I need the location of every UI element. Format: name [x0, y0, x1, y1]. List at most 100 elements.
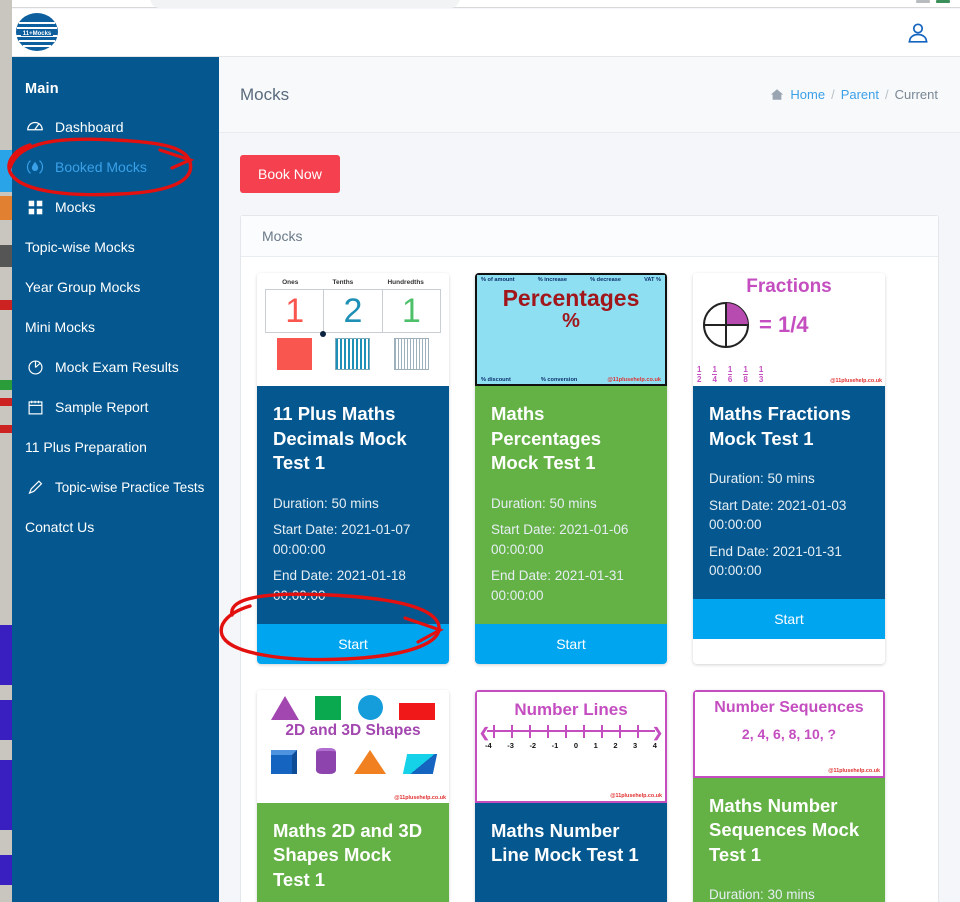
thumb-title: Percentages — [502, 285, 640, 311]
svg-text:11+Mocks: 11+Mocks — [23, 31, 52, 37]
sidebar-item-year-group-mocks[interactable]: Year Group Mocks — [12, 267, 219, 307]
tenths-block-icon — [335, 338, 371, 370]
thumb-col-label: Ones — [282, 279, 299, 286]
thumb-title: Number Lines — [514, 699, 628, 719]
app-viewport: 11+Mocks Main Dashboard Booked Mocks Moc… — [0, 0, 960, 902]
sidebar-item-label: Mini Mocks — [25, 319, 96, 335]
decimals-place-value-thumb: Ones Tenths Hundredths 1 2 1 — [257, 273, 449, 386]
triangle-icon — [271, 695, 300, 720]
calendar-icon — [25, 397, 45, 417]
thumb-digit: 1 — [401, 291, 421, 330]
mock-card[interactable]: Ones Tenths Hundredths 1 2 1 11 Plus Mat… — [257, 273, 449, 664]
pyramid-icon — [354, 749, 387, 774]
sidebar-item-label: Sample Report — [55, 399, 149, 415]
thumb-label: % conversion — [540, 377, 578, 383]
tick-label: 1 — [593, 740, 598, 750]
logo-globe-icon: 11+Mocks — [16, 13, 58, 51]
mocks-panel: Mocks Ones Tenths Hundredths 1 2 1 11 Pl… — [240, 215, 939, 902]
mock-card[interactable]: Number Sequences 2, 4, 6, 8, 10, ? @11pl… — [693, 689, 885, 902]
card-body: Maths Number Line Mock Test 1 — [475, 802, 667, 902]
sidebar-item-mocks[interactable]: Mocks — [12, 187, 219, 227]
sidebar-item-booked-mocks[interactable]: Booked Mocks — [0, 147, 219, 187]
thumb-label: % increase — [537, 277, 567, 283]
user-account-icon[interactable] — [906, 21, 930, 45]
sidebar-item-topic-wise-practice-tests[interactable]: Topic-wise Practice Tests — [12, 467, 219, 507]
card-start-date: Start Date: 2021-01-06 00:00:00 — [491, 522, 629, 557]
thumb-title: Fractions — [746, 276, 832, 297]
thumb-watermark: @11plusehelp.co.uk — [610, 792, 662, 799]
mock-card[interactable]: 2D and 3D Shapes @11plusehelp.co.uk Math… — [257, 689, 449, 902]
number-sequences-thumb: Number Sequences 2, 4, 6, 8, 10, ? @11pl… — [693, 689, 885, 778]
panel-title: Mocks — [262, 228, 303, 244]
sidebar-item-label: Mock Exam Results — [55, 359, 179, 375]
panel-header: Mocks — [241, 216, 938, 257]
panel-body: Ones Tenths Hundredths 1 2 1 11 Plus Mat… — [241, 257, 938, 902]
card-start-date: Start Date: 2021-01-03 00:00:00 — [709, 497, 847, 533]
hundredths-block-icon — [394, 338, 430, 370]
thumb-percent-symbol: % — [562, 310, 580, 332]
thumb-label: % discount — [481, 377, 511, 383]
rectangle-icon — [398, 702, 435, 720]
card-duration: Duration: 30 mins — [709, 887, 815, 902]
start-button[interactable]: Start — [693, 599, 885, 639]
sidebar-item-label: Mocks — [55, 199, 96, 215]
card-end-date: End Date: 2021-01-31 00:00:00 — [709, 543, 842, 579]
breadcrumb-separator: / — [831, 87, 835, 102]
thumb-digit: 2 — [324, 290, 383, 332]
mock-card[interactable]: Fractions = 1/4 1 2 1 4 1 6 1 8 1 3 @11p… — [693, 273, 885, 664]
chrome-bit-icon — [916, 0, 930, 3]
card-duration: Duration: 50 mins — [709, 471, 815, 487]
sidebar-item-mini-mocks[interactable]: Mini Mocks — [12, 307, 219, 347]
sidebar-item-label: Dashboard — [55, 119, 124, 135]
number-lines-thumb: Number Lines ❮ ❯ -4 -3 -2 -1 0 1 2 3 4 @… — [475, 689, 667, 803]
card-title: Maths Number Sequences Mock Test 1 — [709, 794, 860, 865]
mock-card[interactable]: % of amount % increase % decrease VAT % … — [475, 273, 667, 664]
browser-toolbar-icons — [916, 0, 950, 3]
pencil-icon — [25, 477, 45, 497]
sidebar-item-topic-wise-mocks[interactable]: Topic-wise Mocks — [12, 227, 219, 267]
browser-tab[interactable] — [150, 0, 460, 8]
sidebar-item-mock-exam-results[interactable]: Mock Exam Results — [12, 347, 219, 387]
start-button[interactable]: Start — [475, 623, 667, 664]
card-start-date: Start Date: 2021-01-07 00:00:00 — [273, 522, 411, 557]
mock-card-grid: Ones Tenths Hundredths 1 2 1 11 Plus Mat… — [257, 273, 922, 902]
tick-label: 0 — [573, 740, 579, 750]
breadcrumb-parent-link[interactable]: Parent — [841, 87, 879, 102]
sidebar-item-label: 11 Plus Preparation — [25, 439, 147, 455]
thumb-label: % decrease — [590, 277, 621, 283]
thumb-equation: = 1/4 — [759, 312, 809, 337]
thumb-col-label: Hundredths — [387, 279, 424, 286]
card-body: Maths Number Sequences Mock Test 1 Durat… — [693, 777, 885, 902]
grid-icon — [25, 197, 45, 217]
app-header: 11+Mocks — [0, 9, 960, 57]
main-content: Mocks Home / Parent / Current Book Now M… — [219, 57, 960, 902]
thumb-digit: 1 — [266, 290, 325, 332]
ones-block-icon — [276, 338, 312, 370]
book-now-button[interactable]: Book Now — [240, 155, 340, 193]
mock-card[interactable]: Number Lines ❮ ❯ -4 -3 -2 -1 0 1 2 3 4 @… — [475, 689, 667, 902]
thumb-sequence: 2, 4, 6, 8, 10, ? — [741, 725, 837, 742]
tick-label: -2 — [529, 740, 537, 750]
card-duration: Duration: 50 mins — [491, 495, 597, 511]
prism-icon — [402, 753, 437, 774]
sidebar-item-label: Booked Mocks — [55, 159, 147, 175]
page-header: Mocks Home / Parent / Current — [219, 57, 960, 133]
percentages-thumb: % of amount % increase % decrease VAT % … — [475, 273, 667, 386]
card-body: Maths Fractions Mock Test 1 Duration: 50… — [693, 386, 885, 599]
left-overflow-strip — [0, 0, 12, 902]
thumb-label: VAT % — [644, 277, 661, 283]
tick-label: 2 — [613, 740, 618, 750]
card-body: Maths Percentages Mock Test 1 Duration: … — [475, 386, 667, 624]
sidebar-heading: Main — [25, 81, 59, 97]
tick-label: -3 — [507, 740, 514, 750]
sidebar-item-dashboard[interactable]: Dashboard — [12, 107, 219, 147]
shapes-2d-3d-thumb: 2D and 3D Shapes @11plusehelp.co.uk — [257, 689, 449, 803]
sidebar-item-11-plus-preparation[interactable]: 11 Plus Preparation — [12, 427, 219, 467]
breadcrumb-home-link[interactable]: Home — [790, 87, 825, 102]
fractions-thumb: Fractions = 1/4 1 2 1 4 1 6 1 8 1 3 @11p… — [693, 273, 885, 386]
card-title: Maths Percentages Mock Test 1 — [491, 403, 602, 474]
start-button[interactable]: Start — [257, 623, 449, 664]
sidebar-item-contact-us[interactable]: Conatct Us — [12, 507, 219, 547]
sidebar-item-sample-report[interactable]: Sample Report — [12, 387, 219, 427]
site-logo[interactable]: 11+Mocks — [14, 11, 66, 55]
